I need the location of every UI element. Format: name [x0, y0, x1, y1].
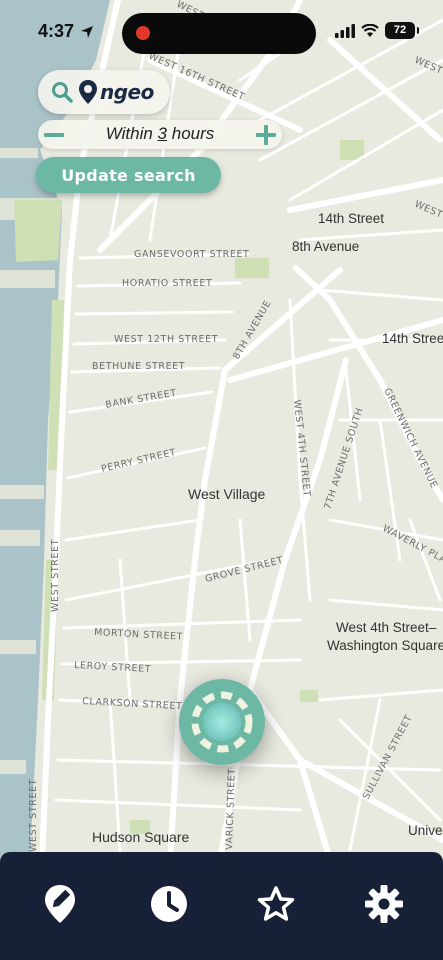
time-range-text: Within 3 hours [72, 124, 248, 144]
tab-history[interactable] [147, 882, 191, 926]
minus-icon [44, 132, 64, 137]
logo-text: ngeo [100, 80, 154, 104]
plus-icon [256, 124, 276, 145]
location-arrow-icon [81, 25, 94, 38]
pin-pencil-icon [45, 885, 75, 923]
label-w4-station-1: West 4th Street– [336, 620, 437, 635]
label-west-street: WEST STREET [50, 539, 61, 612]
time-range-stepper: Within 3 hours [38, 120, 282, 149]
search-icon [52, 82, 73, 103]
tab-settings[interactable] [362, 882, 406, 926]
increase-hours-button[interactable] [250, 120, 282, 149]
status-time: 4:37 [38, 21, 75, 41]
label-horatio: HORATIO STREET [122, 278, 212, 289]
cellular-signal-icon [335, 23, 355, 38]
recording-indicator-icon [136, 26, 150, 40]
label-14th-street-a: 14th Street [318, 211, 384, 226]
label-hudson-square: Hudson Square [92, 829, 190, 845]
current-location-marker[interactable] [178, 678, 266, 766]
label-unive: Unive [408, 823, 443, 838]
label-west-12th: WEST 12TH STREET [114, 334, 218, 345]
status-bar: 4:37 72 [0, 0, 443, 64]
tab-map-pin-edit[interactable] [38, 882, 82, 926]
gear-icon [365, 885, 403, 923]
tab-favorites[interactable] [254, 882, 298, 926]
clock-icon [151, 886, 187, 922]
wifi-icon [361, 23, 379, 37]
app-logo-search[interactable]: ngeo [38, 70, 170, 114]
time-range-prefix: Within [105, 124, 158, 143]
battery-indicator: 72 [385, 22, 419, 39]
label-14th-street-b: 14th Street [382, 331, 443, 346]
label-west-street-2: WEST STREET [28, 779, 39, 852]
location-marker-icon [179, 679, 265, 765]
time-range-value: 3 [157, 124, 168, 143]
star-icon [257, 886, 295, 921]
status-time-group: 4:37 [38, 21, 94, 42]
label-west-village: West Village [188, 486, 266, 502]
label-bethune: BETHUNE STREET [92, 361, 185, 372]
time-range-suffix: hours [167, 124, 215, 143]
dynamic-island [122, 13, 316, 54]
label-8th-avenue: 8th Avenue [292, 239, 359, 254]
bottom-tab-bar [0, 852, 443, 960]
label-w4-station-2: Washington Square [327, 638, 443, 653]
map-pin-logo-icon [79, 80, 97, 104]
update-search-button[interactable]: Update search [36, 157, 221, 193]
label-gansevoort: GANSEVOORT STREET [134, 249, 249, 260]
status-icons: 72 [335, 22, 419, 39]
decrease-hours-button[interactable] [38, 120, 70, 149]
